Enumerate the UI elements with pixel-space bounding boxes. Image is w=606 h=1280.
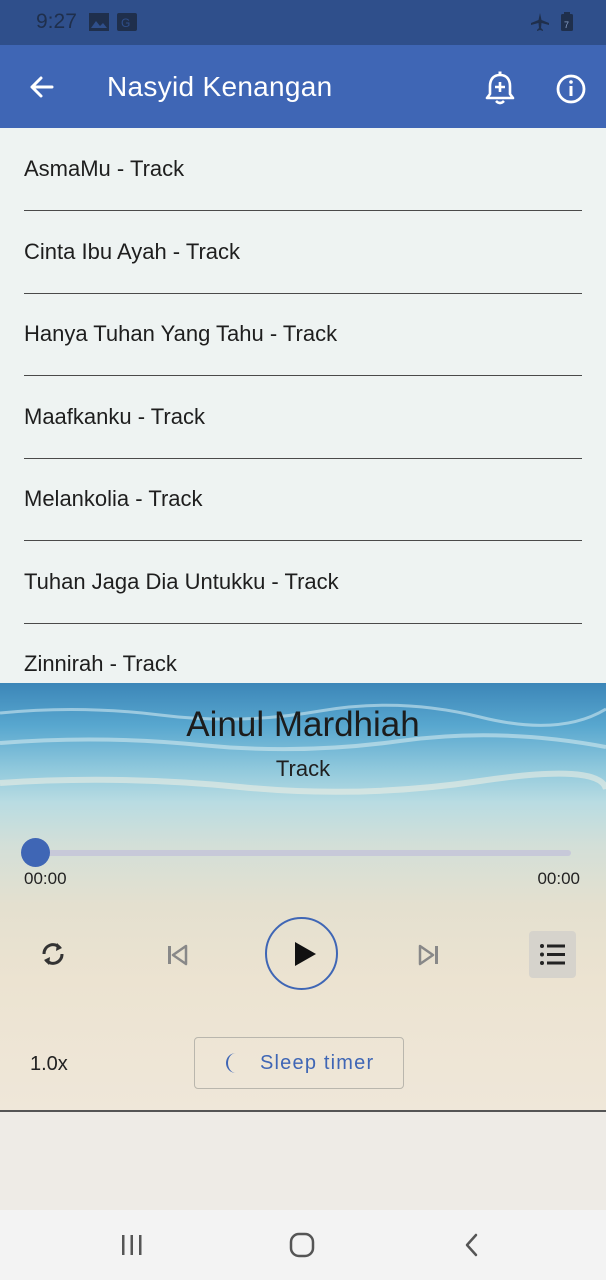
bell-plus-icon[interactable] xyxy=(480,69,520,109)
player-panel: Ainul Mardhiah Track 00:00 00:00 1.0x Sl… xyxy=(0,683,606,1110)
track-title: Cinta Ibu Ayah - Track xyxy=(24,238,241,264)
beach-background xyxy=(0,703,606,795)
status-time: 9:27 xyxy=(36,10,77,33)
status-bar: 9:27 G 7 xyxy=(0,0,606,45)
seek-bar[interactable] xyxy=(35,850,571,856)
track-item[interactable]: AsmaMu - Track xyxy=(24,128,582,211)
nav-back-icon[interactable] xyxy=(456,1230,488,1260)
track-title: Hanya Tuhan Yang Tahu - Track xyxy=(24,321,338,346)
track-item[interactable]: Zinnirah - Track xyxy=(24,623,582,683)
gallery-icon xyxy=(89,13,109,31)
track-title: Tuhan Jaga Dia Untukku - Track xyxy=(24,568,339,594)
battery-icon: 7 xyxy=(561,12,573,31)
total-duration: 00:00 xyxy=(537,869,580,888)
track-list: AsmaMu - Track Cinta Ibu Ayah - Track Ha… xyxy=(0,128,606,683)
track-item[interactable]: Tuhan Jaga Dia Untukku - Track xyxy=(24,541,582,624)
queue-button[interactable] xyxy=(529,931,576,978)
track-title: AsmaMu - Track xyxy=(24,156,185,181)
repeat-icon[interactable] xyxy=(36,937,70,971)
now-playing-artist: Track xyxy=(275,756,331,781)
track-item[interactable]: Maafkanku - Track xyxy=(24,376,582,459)
playback-speed[interactable]: 1.0x xyxy=(30,1053,68,1076)
sleep-timer-label: Sleep timer xyxy=(260,1052,375,1074)
skip-previous-icon[interactable] xyxy=(163,941,191,969)
play-icon xyxy=(295,942,316,966)
track-item[interactable]: Cinta Ibu Ayah - Track xyxy=(24,211,582,294)
track-title: Melankolia - Track xyxy=(24,486,203,511)
recent-apps-icon[interactable] xyxy=(116,1230,148,1260)
seek-thumb[interactable] xyxy=(21,838,50,867)
translate-icon: G xyxy=(117,13,137,31)
track-title: Zinnirah - Track xyxy=(24,651,177,676)
home-icon[interactable] xyxy=(286,1230,318,1260)
track-item[interactable]: Melankolia - Track xyxy=(24,458,582,541)
bottom-area xyxy=(0,1112,606,1210)
svg-text:7: 7 xyxy=(564,20,569,30)
sleep-timer-button[interactable]: Sleep timer xyxy=(194,1037,404,1089)
info-icon[interactable] xyxy=(551,69,591,109)
moon-icon xyxy=(226,1053,236,1073)
svg-text:G: G xyxy=(121,16,130,30)
page-title: Nasyid Kenangan xyxy=(107,71,333,102)
airplane-icon xyxy=(531,13,549,31)
play-button[interactable] xyxy=(265,917,338,990)
back-arrow-icon[interactable] xyxy=(22,67,62,107)
queue-list-icon xyxy=(540,944,565,965)
track-item[interactable]: Hanya Tuhan Yang Tahu - Track xyxy=(24,293,582,376)
now-playing-title: Ainul Mardhiah xyxy=(186,705,420,744)
track-title: Maafkanku - Track xyxy=(24,403,205,429)
skip-next-icon[interactable] xyxy=(415,941,443,969)
app-bar: Nasyid Kenangan xyxy=(0,45,606,128)
elapsed-time: 00:00 xyxy=(24,869,67,888)
system-nav-bar xyxy=(0,1210,606,1280)
